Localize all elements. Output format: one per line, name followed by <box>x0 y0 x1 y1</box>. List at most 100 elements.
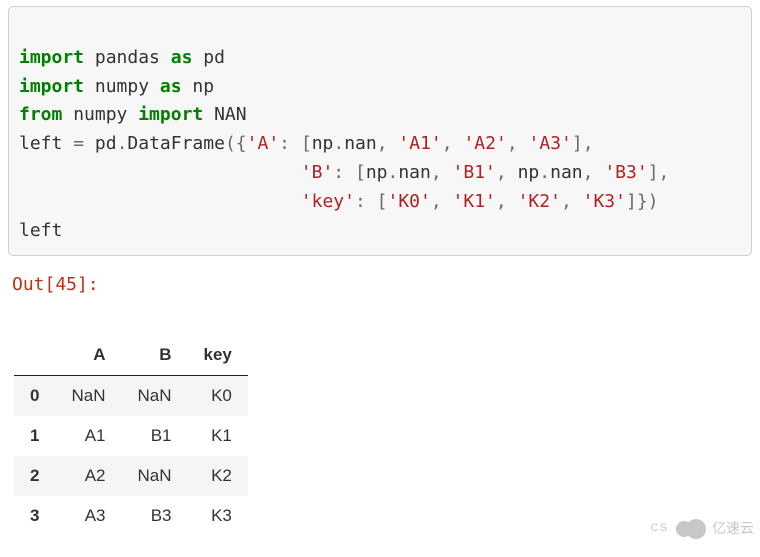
code-cell: import pandas as pd import numpy as np f… <box>8 6 752 256</box>
str-k2: 'K2' <box>518 191 561 212</box>
mod-pandas: pandas <box>84 47 171 68</box>
code-line-3: from numpy import NAN <box>19 104 247 125</box>
equals: = <box>73 133 84 154</box>
ident-nan: nan <box>344 133 377 154</box>
col-header-key: key <box>188 335 248 376</box>
table-header-row: A B key <box>14 335 248 376</box>
kw-from: from <box>19 104 62 125</box>
cloud-icon <box>676 519 706 537</box>
str-b1: 'B1' <box>453 162 496 183</box>
dot: . <box>333 133 344 154</box>
comma: , <box>377 133 399 154</box>
alias-np: np <box>182 76 215 97</box>
col-header-a: A <box>55 335 121 376</box>
comma: , <box>561 191 583 212</box>
kw-import: import <box>19 47 84 68</box>
dict-key-key: 'key' <box>301 191 355 212</box>
dot: . <box>117 133 128 154</box>
kw-import: import <box>138 104 203 125</box>
code-line-5: 'B': [np.nan, 'B1', np.nan, 'B3'], <box>19 162 669 183</box>
dot: . <box>388 162 399 183</box>
lbracket: [ <box>377 191 388 212</box>
kw-import: import <box>19 76 84 97</box>
cell: NaN <box>121 376 187 417</box>
trailing-comma: , <box>583 133 594 154</box>
name-nan: NAN <box>203 104 246 125</box>
cell: K1 <box>188 416 248 456</box>
cell: B1 <box>121 416 187 456</box>
close-dict-call: }) <box>637 191 659 212</box>
table-row: 2 A2 NaN K2 <box>14 456 248 496</box>
trailing-comma: , <box>659 162 670 183</box>
cell: NaN <box>121 456 187 496</box>
comma: , <box>507 133 529 154</box>
row-index: 2 <box>14 456 55 496</box>
ident-nan: nan <box>398 162 431 183</box>
comma: , <box>496 162 518 183</box>
ident-pd: pd <box>95 133 117 154</box>
colon: : <box>279 133 301 154</box>
comma: , <box>442 133 464 154</box>
lbracket: [ <box>301 133 312 154</box>
row-index: 3 <box>14 496 55 536</box>
kw-as: as <box>160 76 182 97</box>
code-line-4: left = pd.DataFrame({'A': [np.nan, 'A1',… <box>19 133 594 154</box>
dataframe-table: A B key 0 NaN NaN K0 1 A1 B1 K1 2 A2 NaN <box>14 335 248 536</box>
mod-numpy: numpy <box>84 76 160 97</box>
cell: K0 <box>188 376 248 417</box>
mod-numpy: numpy <box>62 104 138 125</box>
table-row: 1 A1 B1 K1 <box>14 416 248 456</box>
comma: , <box>583 162 605 183</box>
ident-np: np <box>312 133 334 154</box>
lbracket: [ <box>355 162 366 183</box>
dot: . <box>539 162 550 183</box>
cell: NaN <box>55 376 121 417</box>
cell: A1 <box>55 416 121 456</box>
cell: K3 <box>188 496 248 536</box>
comma: , <box>496 191 518 212</box>
code-line-6: 'key': ['K0', 'K1', 'K2', 'K3']}) <box>19 191 659 212</box>
dict-key-b: 'B' <box>301 162 334 183</box>
watermark-cs: CS <box>651 522 668 534</box>
code-line-2: import numpy as np <box>19 76 214 97</box>
str-k3: 'K3' <box>583 191 626 212</box>
code-line-1: import pandas as pd <box>19 47 225 68</box>
table-row: 0 NaN NaN K0 <box>14 376 248 417</box>
dict-key-a: 'A' <box>247 133 280 154</box>
ident-dataframe: DataFrame <box>127 133 225 154</box>
comma: , <box>431 191 453 212</box>
colon: : <box>333 162 355 183</box>
rbracket: ] <box>626 191 637 212</box>
dataframe-output: A B key 0 NaN NaN K0 1 A1 B1 K1 2 A2 NaN <box>0 295 760 536</box>
col-header-b: B <box>121 335 187 376</box>
comma: , <box>431 162 453 183</box>
alias-pd: pd <box>192 47 225 68</box>
watermark-text: 亿速云 <box>712 518 754 538</box>
space <box>84 133 95 154</box>
watermark: CS 亿速云 <box>651 518 754 538</box>
rbracket: ] <box>572 133 583 154</box>
open-call-dict: ({ <box>225 133 247 154</box>
str-k0: 'K0' <box>387 191 430 212</box>
colon: : <box>355 191 377 212</box>
str-b3: 'B3' <box>604 162 647 183</box>
indent <box>19 191 301 212</box>
kw-as: as <box>171 47 193 68</box>
cell: B3 <box>121 496 187 536</box>
output-prompt: Out[45]: <box>0 256 760 295</box>
ident-np: np <box>518 162 540 183</box>
str-k1: 'K1' <box>453 191 496 212</box>
table-row: 3 A3 B3 K3 <box>14 496 248 536</box>
lhs-left: left <box>19 133 73 154</box>
code-line-7: left <box>19 220 62 241</box>
table-corner <box>14 335 55 376</box>
rbracket: ] <box>648 162 659 183</box>
indent <box>19 162 301 183</box>
ident-np: np <box>366 162 388 183</box>
str-a3: 'A3' <box>529 133 572 154</box>
cell: A2 <box>55 456 121 496</box>
expr-left: left <box>19 220 62 241</box>
row-index: 0 <box>14 376 55 417</box>
cell: A3 <box>55 496 121 536</box>
str-a2: 'A2' <box>463 133 506 154</box>
